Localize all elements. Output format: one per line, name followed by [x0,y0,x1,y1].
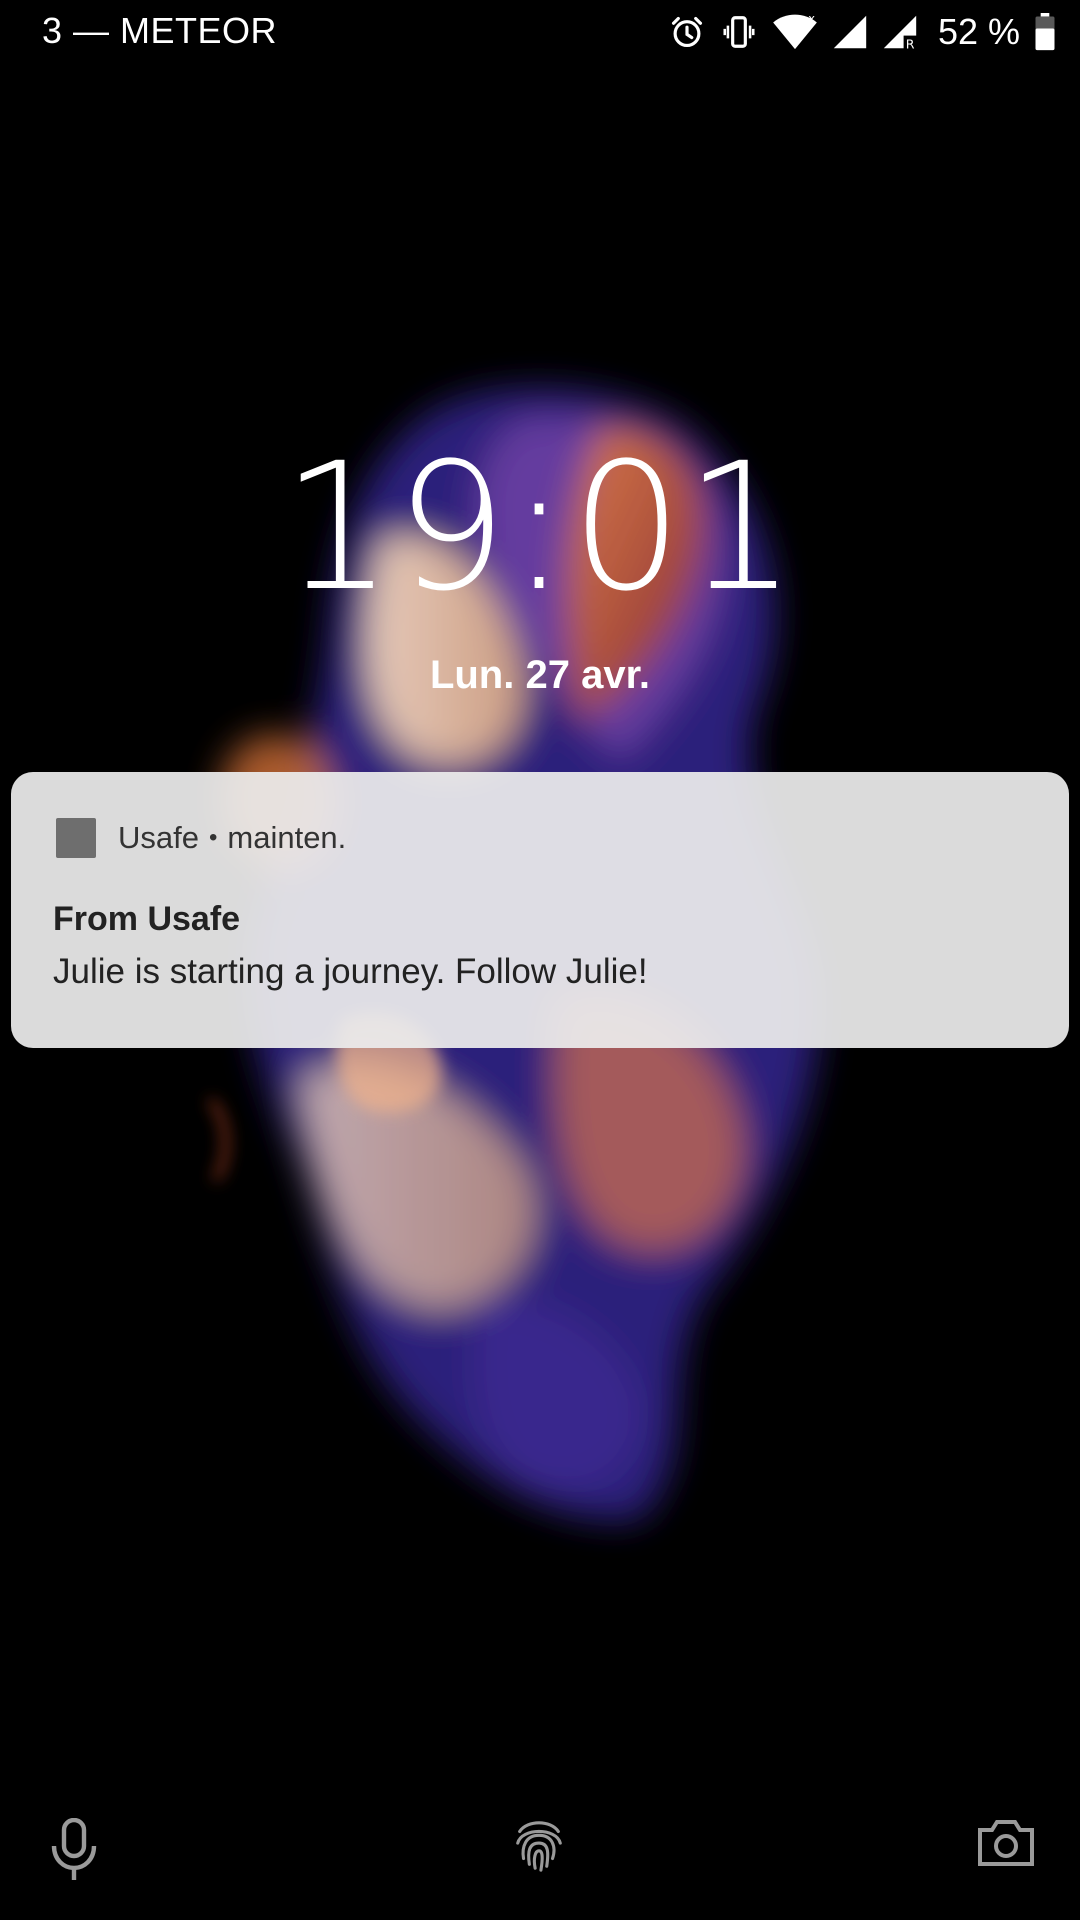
lockscreen-date: Lun. 27 avr. [429,653,651,697]
svg-text:R: R [906,37,915,51]
notification-header: Usafe • mainten. [56,818,346,858]
wifi-icon: x [772,13,818,51]
lockscreen-clock: 19:01 [281,425,799,630]
svg-text:x: x [808,13,815,26]
app-icon [56,818,96,858]
fingerprint-icon[interactable] [510,1816,568,1879]
microphone-icon[interactable] [48,1817,100,1887]
notification-separator: • [208,824,218,851]
notification-title: From Usafe [53,900,241,938]
notification-time: mainten. [227,820,347,855]
status-bar: 3 — METEOR x R 52 % [0,0,1080,64]
notification-body: Julie is starting a journey. Follow Juli… [53,952,648,991]
status-icons: x R 52 % [668,8,1056,56]
notification-app-name: Usafe [118,820,199,855]
signal-roaming-icon: R [882,13,918,51]
alarm-icon [668,13,706,51]
battery-icon [1034,13,1056,51]
battery-percent: 52 % [937,11,1020,52]
notification-card[interactable]: Usafe • mainten. From Usafe Julie is sta… [11,772,1069,1048]
signal-icon [832,13,868,51]
camera-icon[interactable] [976,1816,1036,1873]
carrier-label: 3 — METEOR [42,10,278,51]
vibrate-icon [720,13,758,51]
